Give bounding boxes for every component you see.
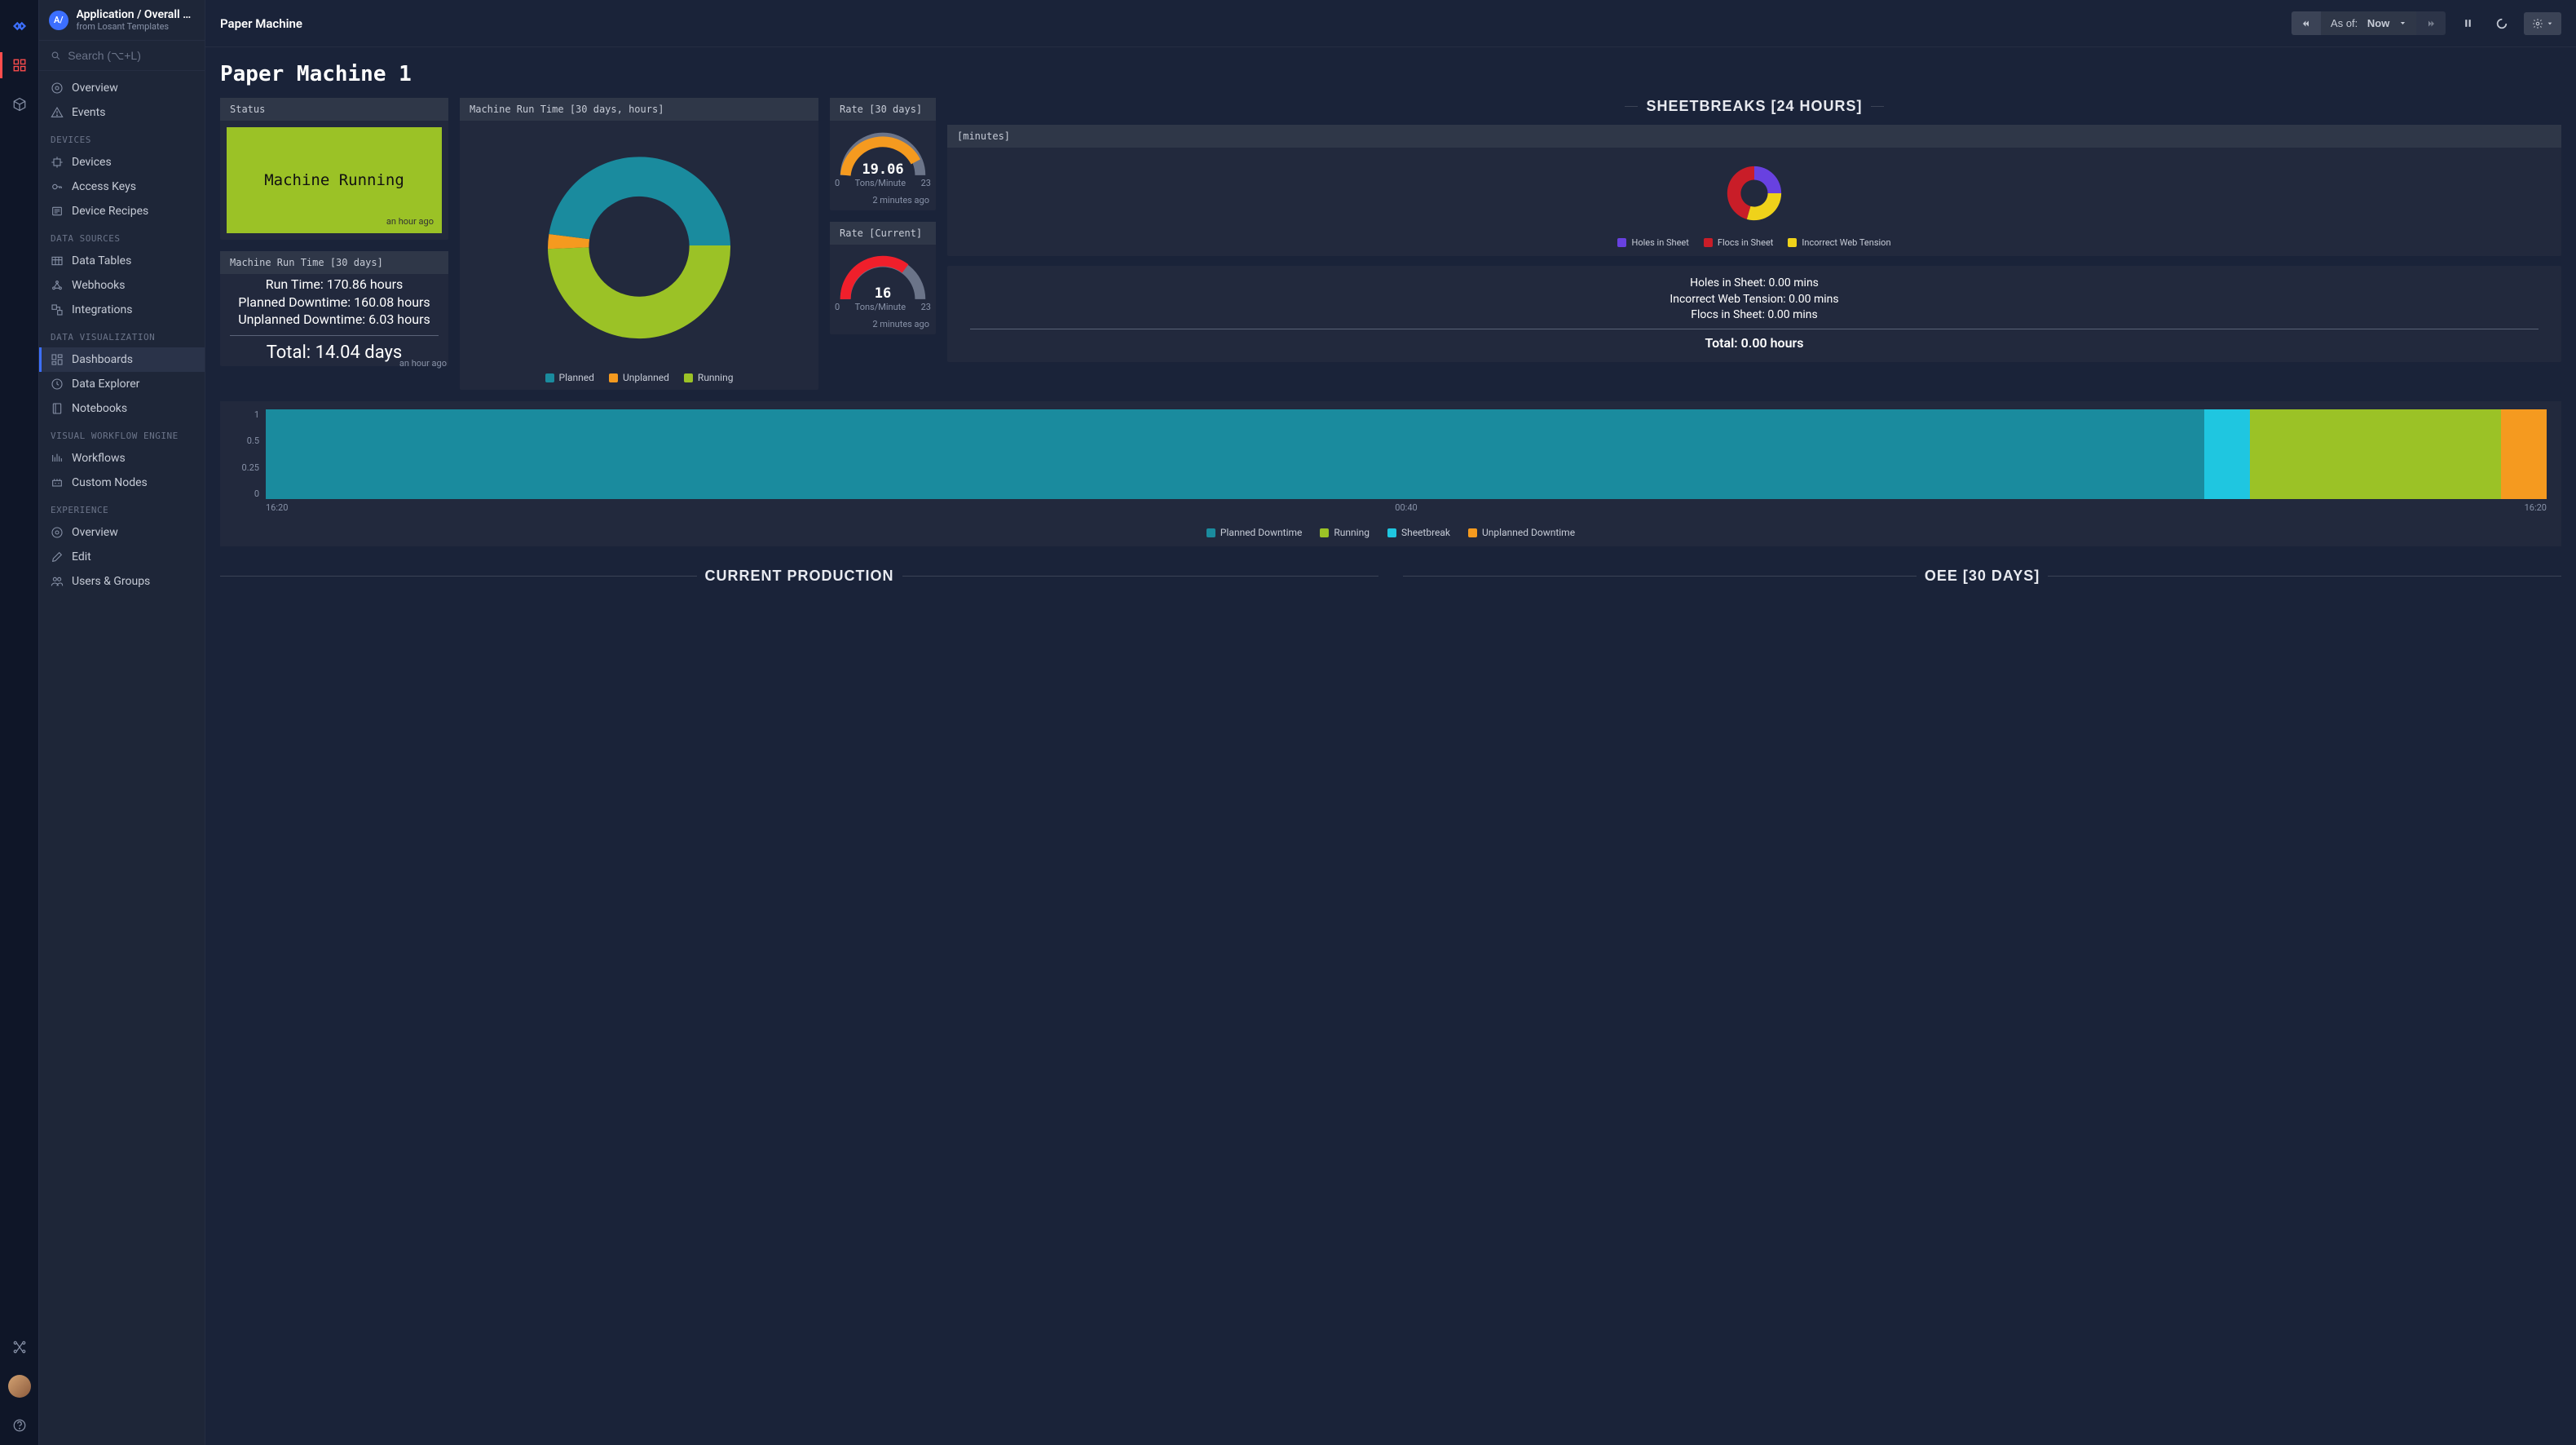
- nav-data-explorer[interactable]: Data Explorer: [39, 372, 205, 396]
- chevron-down-icon: [2547, 20, 2553, 27]
- brand-logo[interactable]: [0, 7, 39, 46]
- status-timestamp: an hour ago: [386, 216, 434, 227]
- section-devices: DEVICES: [39, 125, 205, 150]
- sidebar-header[interactable]: A/ Application / Overall E… from Losant …: [39, 0, 205, 41]
- nav: Overview Events DEVICES Devices Access K…: [39, 71, 205, 1445]
- nav-users-groups[interactable]: Users & Groups: [39, 569, 205, 594]
- prev-button[interactable]: [2291, 11, 2321, 35]
- sheetbreak-stats-panel: Holes in Sheet: 0.00 mins Incorrect Web …: [947, 266, 2561, 362]
- runtime-donut-chart: [525, 127, 753, 364]
- nav-overview[interactable]: Overview: [39, 76, 205, 100]
- cube-rail-icon[interactable]: [0, 85, 39, 124]
- gauge-cur-value: 16: [875, 285, 891, 302]
- timeline-panel: 1 0.5 0.25 0 16:20 00:40 16:20: [220, 401, 2561, 546]
- rewind-icon: [2301, 19, 2311, 29]
- legend-unplanned: Unplanned: [609, 372, 669, 383]
- sheet-total: Total: 0.00 hours: [957, 334, 2552, 352]
- sheet-tension-value: Incorrect Web Tension: 0.00 mins: [957, 292, 2552, 308]
- timeline-chart: 1 0.5 0.25 0 16:20 00:40 16:20: [235, 409, 2547, 515]
- section-data-sources: DATA SOURCES: [39, 223, 205, 249]
- planned-downtime-value: Planned Downtime: 160.08 hours: [223, 294, 445, 312]
- nav-devices[interactable]: Devices: [39, 150, 205, 175]
- dashboard-rail-icon[interactable]: [0, 46, 39, 85]
- refresh-button[interactable]: [2490, 11, 2514, 36]
- status-panel: Status Machine Running an hour ago: [220, 98, 448, 240]
- sheetbreaks-heading: SHEETBREAKS [24 HOURS]: [947, 98, 2561, 115]
- sheet-holes-value: Holes in Sheet: 0.00 mins: [957, 276, 2552, 292]
- legend-flocs: Flocs in Sheet: [1704, 237, 1774, 248]
- nav-exp-overview[interactable]: Overview: [39, 520, 205, 545]
- icon-rail: [0, 0, 39, 1445]
- nav-dashboards[interactable]: Dashboards: [39, 347, 205, 372]
- user-avatar[interactable]: [8, 1375, 31, 1398]
- asof-button[interactable]: As of: Now: [2321, 11, 2416, 35]
- legend-tension: Incorrect Web Tension: [1788, 237, 1890, 248]
- run-time-value: Run Time: 170.86 hours: [223, 276, 445, 294]
- topbar: Paper Machine As of: Now: [205, 0, 2576, 47]
- run-stats-panel: Machine Run Time [30 days] Run Time: 170…: [220, 251, 448, 366]
- nav-integrations[interactable]: Integrations: [39, 298, 205, 322]
- settings-button[interactable]: [2524, 12, 2561, 35]
- status-indicator: Machine Running an hour ago: [227, 127, 442, 233]
- section-experience: EXPERIENCE: [39, 495, 205, 520]
- nav-workflows[interactable]: Workflows: [39, 446, 205, 471]
- time-nav-group: As of: Now: [2291, 11, 2446, 35]
- pause-icon: [2463, 18, 2473, 29]
- unplanned-downtime-value: Unplanned Downtime: 6.03 hours: [223, 311, 445, 329]
- sheet-flocs-value: Flocs in Sheet: 0.00 mins: [957, 307, 2552, 324]
- nav-data-tables[interactable]: Data Tables: [39, 249, 205, 273]
- search-row[interactable]: [39, 41, 205, 71]
- app-badge: A/: [49, 11, 68, 30]
- rate-30-panel: Rate [30 days] 19.06 0Tons/Minute23 2 mi…: [830, 98, 936, 210]
- help-icon[interactable]: [0, 1406, 39, 1445]
- status-header: Status: [220, 98, 448, 121]
- page-title: Paper Machine 1: [220, 62, 2561, 86]
- nav-events[interactable]: Events: [39, 100, 205, 125]
- gauge-30-value: 19.06: [862, 161, 903, 178]
- tl-legend-running: Running: [1320, 527, 1370, 538]
- sidebar: A/ Application / Overall E… from Losant …: [39, 0, 205, 1445]
- next-button[interactable]: [2416, 11, 2446, 35]
- breadcrumb-subtitle: from Losant Templates: [77, 21, 196, 32]
- breadcrumb: Application / Overall E…: [77, 8, 196, 21]
- forward-icon: [2426, 19, 2436, 29]
- sheetbreaks-donut: [1717, 156, 1792, 231]
- rate-current-panel: Rate [Current] 16 0Tons/Minute23 2 minut…: [830, 222, 936, 334]
- nav-custom-nodes[interactable]: Custom Nodes: [39, 471, 205, 495]
- nav-access-keys[interactable]: Access Keys: [39, 175, 205, 199]
- tl-legend-planned: Planned Downtime: [1206, 527, 1302, 538]
- run-stats-timestamp: an hour ago: [399, 358, 447, 370]
- loading-icon: [2495, 17, 2508, 30]
- search-icon: [51, 50, 61, 62]
- section-workflow-engine: VISUAL WORKFLOW ENGINE: [39, 421, 205, 446]
- gauge-cur-timestamp: 2 minutes ago: [830, 316, 936, 334]
- gauge-30-timestamp: 2 minutes ago: [830, 192, 936, 210]
- workflow-rail-icon[interactable]: [0, 1328, 39, 1367]
- nav-exp-edit[interactable]: Edit: [39, 545, 205, 569]
- sheetbreaks-donut-panel: [minutes] Holes in Sheet: [947, 125, 2561, 256]
- legend-planned: Planned: [545, 372, 594, 383]
- legend-holes: Holes in Sheet: [1617, 237, 1688, 248]
- nav-device-recipes[interactable]: Device Recipes: [39, 199, 205, 223]
- tl-legend-unplanned: Unplanned Downtime: [1468, 527, 1575, 538]
- status-text: Machine Running: [264, 171, 404, 189]
- oee-heading: OEE [30 DAYS]: [1403, 568, 2561, 585]
- section-data-viz: DATA VISUALIZATION: [39, 322, 205, 347]
- gear-icon: [2532, 18, 2543, 29]
- runtime-donut-panel: Machine Run Time [30 days, hours]: [460, 98, 818, 390]
- chevron-down-icon: [2399, 20, 2406, 27]
- legend-running: Running: [684, 372, 734, 383]
- pause-button[interactable]: [2455, 11, 2480, 36]
- topbar-title: Paper Machine: [220, 16, 302, 31]
- nav-webhooks[interactable]: Webhooks: [39, 273, 205, 298]
- nav-notebooks[interactable]: Notebooks: [39, 396, 205, 421]
- tl-legend-sheetbreak: Sheetbreak: [1387, 527, 1450, 538]
- current-production-heading: CURRENT PRODUCTION: [220, 568, 1378, 585]
- search-input[interactable]: [68, 49, 193, 62]
